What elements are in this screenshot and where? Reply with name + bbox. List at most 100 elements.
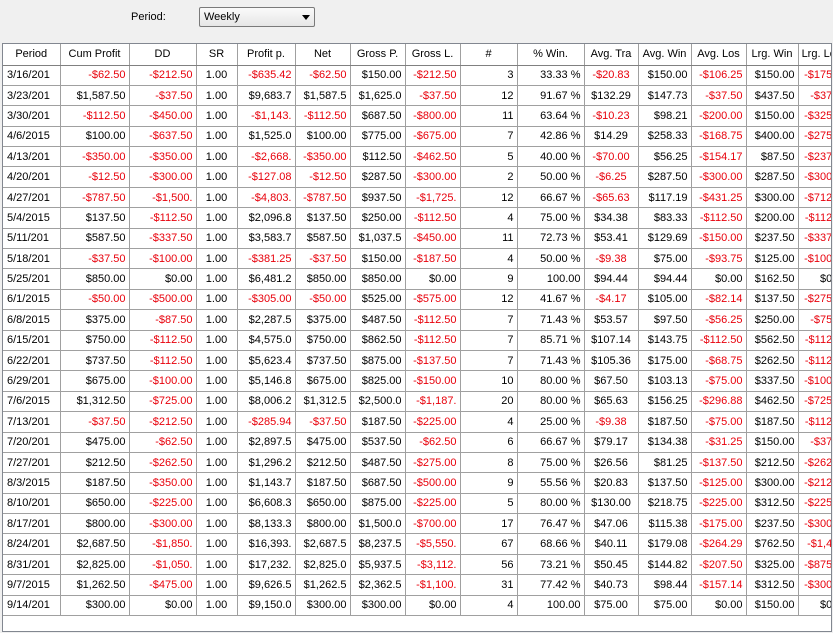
table-cell: 1.00	[196, 452, 238, 474]
table-cell: 5	[460, 146, 518, 168]
table-cell: -$3,112.	[405, 554, 461, 576]
table-row[interactable]: 3/23/201 $1,587.50 -$37.50 1.00 $9,683.7 $1,5…	[3, 85, 831, 107]
column-header[interactable]: Period	[3, 44, 61, 66]
table-row[interactable]: 6/22/201 $737.50 -$112.50 1.00 $5,623.4 $737.…	[3, 350, 831, 372]
table-cell: 5/11/201	[3, 228, 61, 250]
table-cell: -$137.50	[691, 452, 747, 474]
table-row[interactable]: 5/4/2015 $137.50 -$112.50 1.00 $2,096.8 $137.…	[3, 207, 831, 229]
table-row[interactable]: 6/1/2015 -$50.00 -$500.00 1.00 -$305.00 -$50.…	[3, 289, 831, 311]
table-row[interactable]: 4/20/201 -$12.50 -$300.00 1.00 -$127.08 -$12.…	[3, 166, 831, 188]
table-cell: 7	[460, 330, 518, 351]
column-header[interactable]: % Win.	[517, 44, 585, 66]
column-header[interactable]: Profit p.	[237, 44, 296, 66]
table-cell: $130.00	[584, 493, 639, 515]
table-row[interactable]: 8/31/201 $2,825.00 -$1,050. 1.00 $17,232. $2,…	[3, 554, 831, 576]
period-select[interactable]: Weekly	[199, 7, 315, 27]
table-cell: 100.00	[517, 268, 585, 290]
table-row[interactable]: 5/25/201 $850.00 $0.00 1.00 $6,481.2 $850.00 $…	[3, 268, 831, 290]
table-row[interactable]: 5/11/201 $587.50 -$337.50 1.00 $3,583.7 $587.…	[3, 228, 831, 250]
table-cell: $112.50	[350, 146, 406, 168]
table-cell: $312.50	[746, 493, 799, 515]
column-header[interactable]: Avg. Tra	[584, 44, 639, 66]
table-cell: $107.14	[584, 330, 639, 351]
column-header[interactable]: Lrg. Lose	[798, 44, 831, 66]
table-cell: $9,683.7	[237, 85, 296, 107]
column-header[interactable]: Gross L.	[405, 44, 461, 66]
table-row[interactable]: 5/18/201 -$37.50 -$100.00 1.00 -$381.25 -$37.…	[3, 248, 831, 270]
table-cell: -$112.50	[798, 411, 831, 433]
table-cell: -$31.25	[691, 432, 747, 453]
table-cell: -$1,725.	[405, 187, 461, 209]
table-cell: 8/3/2015	[3, 472, 61, 494]
table-cell: $162.50	[746, 268, 799, 290]
table-cell: $287.50	[350, 166, 406, 188]
table-row[interactable]: 6/15/201 $750.00 -$112.50 1.00 $4,575.0 $750.…	[3, 330, 831, 351]
table-cell: $825.00	[350, 370, 406, 392]
table-cell: -$1,100.	[405, 574, 461, 596]
table-cell: 6/22/201	[3, 350, 61, 372]
table-cell: -$37.50	[691, 85, 747, 107]
table-row[interactable]: 8/10/201 $650.00 -$225.00 1.00 $6,608.3 $650.…	[3, 493, 831, 515]
table-cell: -$112.50	[798, 350, 831, 372]
table-cell: -$262.50	[798, 452, 831, 474]
table-cell: 7	[460, 309, 518, 331]
table-cell: $687.50	[350, 105, 406, 127]
table-cell: -$56.25	[691, 309, 747, 331]
table-cell: 6	[460, 432, 518, 453]
performance-grid[interactable]: Period Cum Profit DD SR Profit p. Net Gross P.…	[2, 43, 832, 632]
table-cell: $83.33	[638, 207, 692, 229]
table-cell: 25.00 %	[517, 411, 585, 433]
chevron-down-icon[interactable]	[302, 15, 310, 20]
column-header[interactable]: Avg. Win	[638, 44, 692, 66]
column-header[interactable]: Avg. Los	[691, 44, 747, 66]
table-row[interactable]: 8/24/201 $2,687.50 -$1,850. 1.00 $16,393. $2,…	[3, 533, 831, 555]
table-cell: -$1,050.	[129, 554, 197, 576]
table-row[interactable]: 7/27/201 $212.50 -$262.50 1.00 $1,296.2 $212.…	[3, 452, 831, 474]
table-cell: -$100.00	[129, 370, 197, 392]
table-cell: -$300.00	[691, 166, 747, 188]
table-row[interactable]: 6/8/2015 $375.00 -$87.50 1.00 $2,287.5 $375.0…	[3, 309, 831, 331]
table-cell: -$12.50	[295, 166, 351, 188]
table-cell: 6/29/201	[3, 370, 61, 392]
table-cell: -$112.50	[129, 350, 197, 372]
table-cell: $94.44	[638, 268, 692, 290]
table-cell: $0.00	[129, 595, 197, 617]
column-header[interactable]: Net	[295, 44, 351, 66]
table-cell: 1.00	[196, 595, 238, 617]
column-header[interactable]: Cum Profit	[60, 44, 130, 66]
column-header[interactable]: #	[460, 44, 518, 66]
table-cell: 5/18/201	[3, 248, 61, 270]
column-header[interactable]: Lrg. Win	[746, 44, 799, 66]
table-cell: 66.67 %	[517, 432, 585, 453]
table-row[interactable]: 7/13/201 -$37.50 -$212.50 1.00 -$285.94 -$37.…	[3, 411, 831, 433]
table-row[interactable]: 6/29/201 $675.00 -$100.00 1.00 $5,146.8 $675.…	[3, 370, 831, 392]
table-row[interactable]: 8/17/201 $800.00 -$300.00 1.00 $8,133.3 $800.…	[3, 513, 831, 535]
table-cell: $5,623.4	[237, 350, 296, 372]
table-cell: -$154.17	[691, 146, 747, 168]
table-row[interactable]: 4/27/201 -$787.50 -$1,500. 1.00 -$4,803. -$78…	[3, 187, 831, 209]
table-row[interactable]: 9/14/201 $300.00 $0.00 1.00 $9,150.0 $300.00 $…	[3, 595, 831, 617]
table-row[interactable]: 7/6/2015 $1,312.50 -$725.00 1.00 $8,006.2 $1,…	[3, 391, 831, 413]
table-cell: $65.63	[584, 391, 639, 413]
table-cell: 85.71 %	[517, 330, 585, 351]
table-row[interactable]: 9/7/2015 $1,262.50 -$475.00 1.00 $9,626.5 $1,…	[3, 574, 831, 596]
table-cell: 1.00	[196, 126, 238, 148]
table-cell: $150.00	[350, 248, 406, 270]
column-header[interactable]: SR	[196, 44, 238, 66]
table-row[interactable]: 3/16/201 -$62.50 -$212.50 1.00 -$635.42 -$62.…	[3, 65, 831, 86]
table-cell: $437.50	[746, 85, 799, 107]
column-header[interactable]: Gross P.	[350, 44, 406, 66]
table-row[interactable]: 4/13/201 -$350.00 -$350.00 1.00 -$2,668. -$35…	[3, 146, 831, 168]
table-row[interactable]: 8/3/2015 $187.50 -$350.00 1.00 $1,143.7 $187.…	[3, 472, 831, 494]
table-cell: 1.00	[196, 533, 238, 555]
table-cell: -$350.00	[129, 146, 197, 168]
table-row[interactable]: 3/30/201 -$112.50 -$450.00 1.00 -$1,143. -$11…	[3, 105, 831, 127]
table-cell: -$1,500.	[129, 187, 197, 209]
table-row[interactable]: 7/20/201 $475.00 -$62.50 1.00 $2,897.5 $475.0…	[3, 432, 831, 453]
table-cell: -$1,400.	[798, 533, 831, 555]
table-cell: -$300.00	[798, 166, 831, 188]
table-row[interactable]: 4/6/2015 $100.00 -$637.50 1.00 $1,525.0 $100.…	[3, 126, 831, 148]
table-cell: $1,525.0	[237, 126, 296, 148]
table-cell: 73.21 %	[517, 554, 585, 576]
column-header[interactable]: DD	[129, 44, 197, 66]
